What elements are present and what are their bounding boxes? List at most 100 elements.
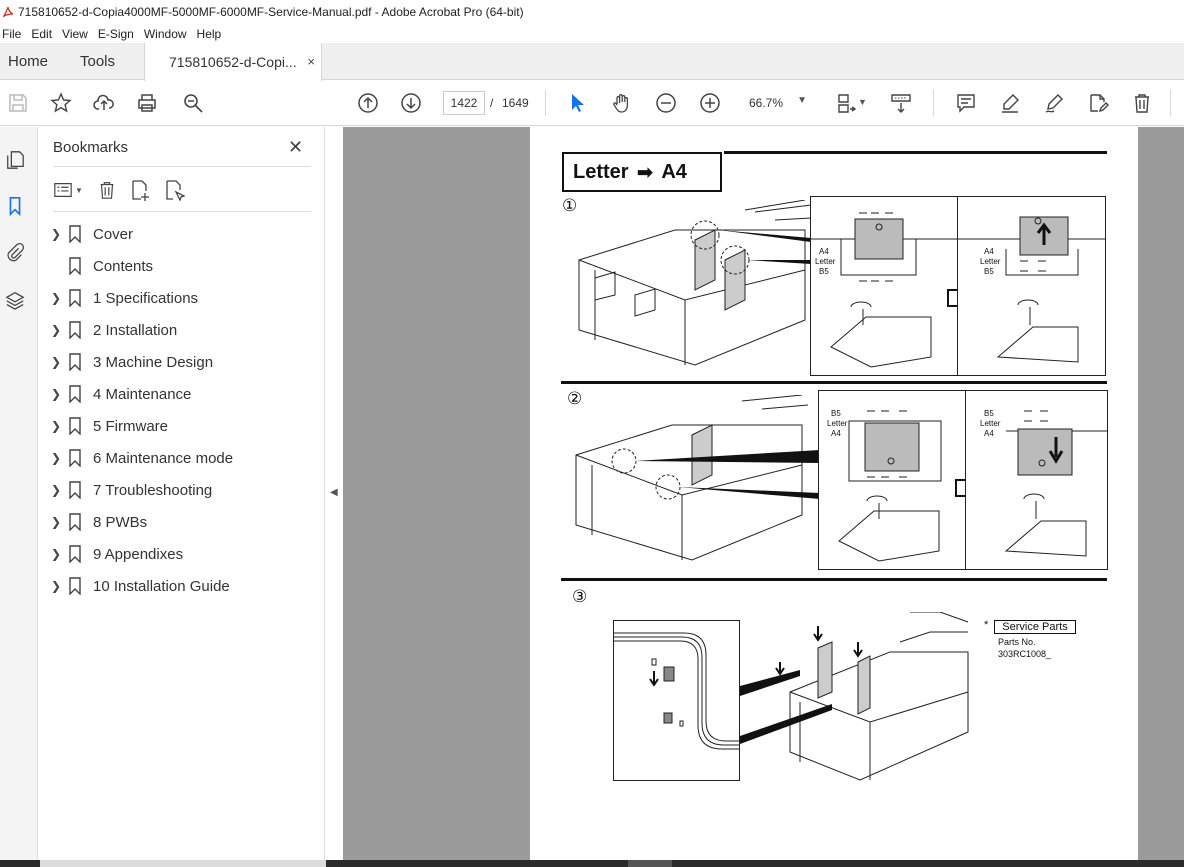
page-fit-icon[interactable]: [834, 91, 858, 115]
bookmark-label: 10 Installation Guide: [93, 577, 230, 595]
bookmark-item-machine-design[interactable]: ❯ 3 Machine Design: [51, 351, 213, 373]
expand-chevron-icon[interactable]: ❯: [51, 419, 67, 433]
highlight-pen-icon[interactable]: [998, 91, 1022, 115]
zoom-level-value: 66.7%: [749, 96, 784, 110]
menu-view[interactable]: View: [60, 27, 94, 41]
zoom-in-icon[interactable]: [698, 91, 722, 115]
bookmark-icon: [69, 513, 81, 531]
service-parts-label: Service Parts: [994, 620, 1076, 634]
comment-icon[interactable]: [954, 91, 978, 115]
bookmark-star-icon[interactable]: [49, 91, 73, 115]
page-total: 1649: [502, 96, 529, 110]
heading-rule: [724, 151, 1107, 154]
chevron-down-icon[interactable]: ▼: [858, 97, 867, 107]
heading-to: A4: [661, 160, 687, 183]
step3-detail-figure: [613, 620, 740, 781]
bookmarks-panel-icon[interactable]: [4, 195, 26, 217]
step-number: ③: [572, 587, 588, 607]
bookmark-label: Cover: [93, 225, 134, 243]
attachments-icon[interactable]: [4, 241, 26, 263]
tray-drawer-illustration: [578, 200, 811, 366]
step2-figure-after: B5 Letter A4: [965, 390, 1108, 570]
bookmark-item-maintenance-mode[interactable]: ❯ 6 Maintenance mode: [51, 447, 233, 469]
save-icon[interactable]: [6, 91, 30, 115]
horizontal-scroll-thumb[interactable]: [628, 860, 672, 867]
menu-help[interactable]: Help: [195, 27, 228, 41]
upload-cloud-icon[interactable]: [92, 91, 116, 115]
collapse-panel-icon[interactable]: ◀: [330, 487, 338, 498]
bookmark-item-maintenance[interactable]: ❯ 4 Maintenance: [51, 383, 191, 405]
tray-guide-illustration: [740, 612, 969, 781]
previous-page-icon[interactable]: [356, 91, 380, 115]
size-label: Letter: [980, 257, 1001, 266]
size-label: A4: [819, 247, 829, 256]
size-label: Letter: [815, 257, 836, 266]
bookmark-label: 2 Installation: [93, 321, 178, 339]
expand-chevron-icon[interactable]: ❯: [51, 547, 67, 561]
menu-bar: File Edit View E-Sign Window Help: [0, 24, 1184, 43]
delete-trash-icon[interactable]: [1130, 91, 1154, 115]
acrobat-logo-icon: [2, 6, 14, 18]
bookmark-options-icon[interactable]: ▼: [53, 180, 83, 200]
print-icon[interactable]: [135, 91, 159, 115]
bookmark-icon: [69, 449, 81, 467]
tab-home[interactable]: Home: [8, 43, 48, 80]
menu-window[interactable]: Window: [142, 27, 193, 41]
expand-chevron-icon[interactable]: ❯: [51, 323, 67, 337]
expand-chevron-icon[interactable]: ❯: [51, 291, 67, 305]
page-number-input[interactable]: 1422: [443, 91, 485, 115]
menu-file[interactable]: File: [0, 27, 27, 41]
expand-chevron-icon[interactable]: ❯: [51, 483, 67, 497]
menu-e-sign[interactable]: E-Sign: [96, 27, 140, 41]
bookmark-item-firmware[interactable]: ❯ 5 Firmware: [51, 415, 168, 437]
zoom-search-icon[interactable]: [181, 91, 205, 115]
expand-chevron-icon[interactable]: ❯: [51, 579, 67, 593]
menu-edit[interactable]: Edit: [29, 27, 58, 41]
panel-scroll-track[interactable]: [40, 860, 326, 867]
size-label: Letter: [980, 419, 1001, 428]
expand-chevron-icon[interactable]: ❯: [51, 451, 67, 465]
bookmark-item-cover[interactable]: ❯ Cover: [51, 223, 133, 245]
step1-figure-before: A4 Letter B5: [810, 196, 958, 376]
navigation-rail: [0, 127, 38, 867]
next-page-icon[interactable]: [399, 91, 423, 115]
size-label: B5: [984, 409, 994, 418]
bookmark-item-contents[interactable]: Contents: [51, 255, 153, 277]
step1-figure-after: A4 Letter B5: [957, 196, 1106, 376]
find-bookmark-icon[interactable]: [163, 179, 185, 201]
heading-from: Letter: [573, 160, 629, 183]
expand-chevron-icon[interactable]: ❯: [51, 227, 67, 241]
select-cursor-icon[interactable]: [566, 91, 590, 115]
section-rule: [561, 381, 1107, 384]
bookmark-label: Contents: [93, 257, 154, 275]
bookmark-icon: [69, 385, 81, 403]
scroll-mode-icon[interactable]: [889, 91, 913, 115]
layers-icon[interactable]: [4, 289, 26, 311]
edit-pdf-icon[interactable]: [1086, 91, 1110, 115]
delete-bookmark-icon[interactable]: [97, 180, 117, 200]
parts-number-label: Parts No.: [998, 637, 1036, 647]
tab-document[interactable]: 715810652-d-Copi... ×: [144, 43, 322, 81]
zoom-out-icon[interactable]: [654, 91, 678, 115]
sign-pen-icon[interactable]: [1042, 91, 1066, 115]
close-panel-icon[interactable]: ✕: [288, 137, 303, 158]
zoom-level-select[interactable]: 66.7% ▼: [741, 91, 811, 115]
expand-chevron-icon[interactable]: ❯: [51, 355, 67, 369]
parts-number-value: 303RC1008_: [998, 649, 1052, 659]
close-tab-icon[interactable]: ×: [307, 54, 315, 69]
step2-figure-before: B5 Letter A4: [818, 390, 966, 570]
new-bookmark-icon[interactable]: [129, 179, 151, 201]
expand-chevron-icon[interactable]: ❯: [51, 515, 67, 529]
tab-tools[interactable]: Tools: [80, 43, 115, 80]
page-thumbnails-icon[interactable]: [4, 149, 26, 171]
expand-chevron-icon[interactable]: ❯: [51, 387, 67, 401]
bookmark-item-installation-guide[interactable]: ❯ 10 Installation Guide: [51, 575, 230, 597]
bookmark-item-installation[interactable]: ❯ 2 Installation: [51, 319, 177, 341]
bookmark-item-pwbs[interactable]: ❯ 8 PWBs: [51, 511, 147, 533]
bookmark-item-appendixes[interactable]: ❯ 9 Appendixes: [51, 543, 183, 565]
hand-tool-icon[interactable]: [610, 91, 634, 115]
bookmark-label: 9 Appendixes: [93, 545, 184, 563]
bookmark-item-troubleshooting[interactable]: ❯ 7 Troubleshooting: [51, 479, 212, 501]
bookmark-item-specifications[interactable]: ❯ 1 Specifications: [51, 287, 198, 309]
bookmark-label: 5 Firmware: [93, 417, 169, 435]
